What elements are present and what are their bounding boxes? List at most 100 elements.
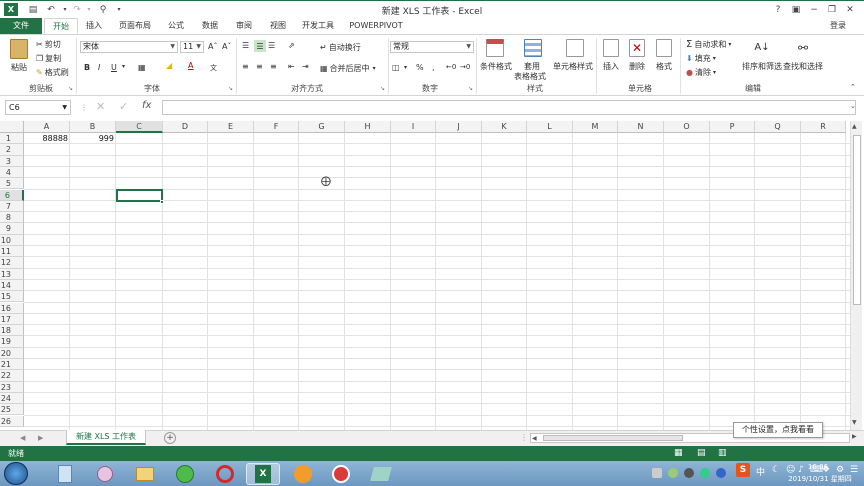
wrap-text-button[interactable]: ↵ 自动换行 [320,42,361,53]
row-header-5[interactable]: 5 [0,178,24,190]
confirm-entry-icon[interactable]: ✓ [119,100,128,113]
ime-mode[interactable]: 中 [756,465,765,478]
column-header-e[interactable]: E [208,121,254,133]
horizontal-scroll-thumb[interactable] [543,435,683,441]
column-header-o[interactable]: O [664,121,710,133]
taskbar-recorder-icon[interactable] [324,463,358,485]
fill-color-icon[interactable]: ◢ [166,61,172,70]
collapse-ribbon-icon[interactable]: ⌃ [850,83,856,91]
paste-icon[interactable] [10,39,28,59]
binoculars-icon[interactable]: ⚯ [794,39,812,57]
font-color-icon[interactable]: A [188,61,193,70]
row-header-11[interactable]: 11 [0,246,24,258]
prev-sheet-icon[interactable]: ◀ [20,434,25,442]
ribbon-display-icon[interactable]: ▣ [788,2,804,17]
column-header-k[interactable]: K [482,121,527,133]
row-header-19[interactable]: 19 [0,336,24,348]
clear-button[interactable]: ● 清除 ▾ [686,67,716,78]
column-header-b[interactable]: B [70,121,116,133]
column-header-r[interactable]: R [801,121,846,133]
cell-styles-button[interactable]: 单元格样式 [553,61,593,72]
row-header-6[interactable]: 6 [0,189,24,201]
start-button-icon[interactable] [4,462,28,485]
minimize-button[interactable]: − [806,2,822,17]
font-name-combo[interactable]: 宋体 ▼ [80,41,178,53]
insert-function-button[interactable]: fx [142,100,151,111]
row-header-9[interactable]: 9 [0,223,24,235]
fill-button[interactable]: ⬇ 填充 ▾ [686,53,716,64]
tray-icon[interactable]: ☾ [772,465,780,475]
row-header-3[interactable]: 3 [0,155,24,167]
taskbar-excel-icon[interactable]: X [246,463,280,485]
delete-cells-button[interactable]: 删除 [629,61,645,72]
taskbar-app-icon[interactable] [208,463,242,485]
tab-review[interactable]: 审阅 [230,18,258,34]
scroll-right-icon[interactable]: ▶ [852,433,857,440]
row-header-18[interactable]: 18 [0,325,24,337]
column-header-d[interactable]: D [163,121,208,133]
row-header-2[interactable]: 2 [0,144,24,156]
column-header-p[interactable]: P [710,121,755,133]
row-header-12[interactable]: 12 [0,257,24,269]
conditional-format-button[interactable]: 条件格式 [480,61,512,72]
row-header-16[interactable]: 16 [0,302,24,314]
tray-icon[interactable] [700,468,710,478]
vertical-scroll-thumb[interactable] [853,135,861,305]
grow-font-icon[interactable]: Aˆ [208,42,217,51]
decrease-decimal-icon[interactable]: →0 [460,63,470,71]
orientation-icon[interactable]: ⇗ [288,41,295,50]
name-box[interactable]: C6 ▼ [5,100,71,115]
bold-button[interactable]: B [84,63,90,72]
row-header-8[interactable]: 8 [0,212,24,224]
taskbar-browser-icon[interactable] [168,463,202,485]
close-button[interactable]: ✕ [842,2,858,17]
align-center-icon[interactable]: ≡ [256,62,263,71]
row-header-4[interactable]: 4 [0,166,24,179]
column-header-q[interactable]: Q [755,121,801,133]
comma-button[interactable]: , [432,63,435,72]
delete-cells-icon[interactable]: ✕ [629,39,645,57]
scroll-down-icon[interactable]: ▼ [852,419,857,426]
increase-decimal-icon[interactable]: ←0 [446,63,456,71]
format-cells-icon[interactable] [656,39,672,57]
number-format-combo[interactable]: 常规 ▼ [390,41,474,53]
clipboard-launcher-icon[interactable]: ↘ [68,85,73,92]
login-link[interactable]: 登录 [824,18,852,34]
selected-cell-c6[interactable] [116,189,163,202]
column-header-m[interactable]: M [573,121,618,133]
tab-insert[interactable]: 插入 [80,18,108,34]
row-header-7[interactable]: 7 [0,200,24,213]
shrink-font-icon[interactable]: Aˇ [222,42,231,51]
tab-powerpivot[interactable]: POWERPIVOT [346,18,406,34]
tab-view[interactable]: 视图 [264,18,292,34]
decrease-indent-icon[interactable]: ⇤ [288,62,295,71]
normal-view-icon[interactable]: ▦ [674,448,683,458]
column-header-f[interactable]: F [254,121,299,133]
row-header-20[interactable]: 20 [0,347,24,359]
formula-input[interactable] [162,100,856,115]
italic-button[interactable]: I [98,63,100,72]
tab-page-layout[interactable]: 页面布局 [114,18,156,34]
tab-file[interactable]: 文件 [0,18,42,34]
format-painter-button[interactable]: ✎ 格式刷 [36,67,69,78]
underline-dropdown-icon[interactable]: ▾ [122,63,125,70]
column-header-n[interactable]: N [618,121,664,133]
help-button[interactable]: ? [770,2,786,17]
border-icon[interactable]: ▦ [138,63,146,72]
new-sheet-button[interactable]: + [164,432,176,444]
merge-center-button[interactable]: ▦ 合并后居中 ▾ [320,63,376,74]
row-header-24[interactable]: 24 [0,392,24,405]
alignment-launcher-icon[interactable]: ↘ [380,85,385,92]
scroll-left-icon[interactable]: ◀ [532,434,537,443]
taskbar-notes-icon[interactable] [48,463,82,485]
taskbar-pen-icon[interactable] [364,463,398,485]
sheet-tab-active[interactable]: 新建 XLS 工作表 [66,430,146,445]
column-header-j[interactable]: J [436,121,482,133]
format-as-table-icon[interactable] [524,39,542,57]
cell-b1[interactable]: 999 [70,133,116,144]
spreadsheet-grid[interactable]: ABCDEFGHIJKLMNOPQR 1 2 3 4 5 6 7 8 9 10 11 12 13 14 15… [0,121,864,430]
tray-icon[interactable] [668,468,678,478]
cell-styles-icon[interactable] [566,39,584,57]
tab-developer[interactable]: 开发工具 [298,18,338,34]
row-header-13[interactable]: 13 [0,268,24,280]
